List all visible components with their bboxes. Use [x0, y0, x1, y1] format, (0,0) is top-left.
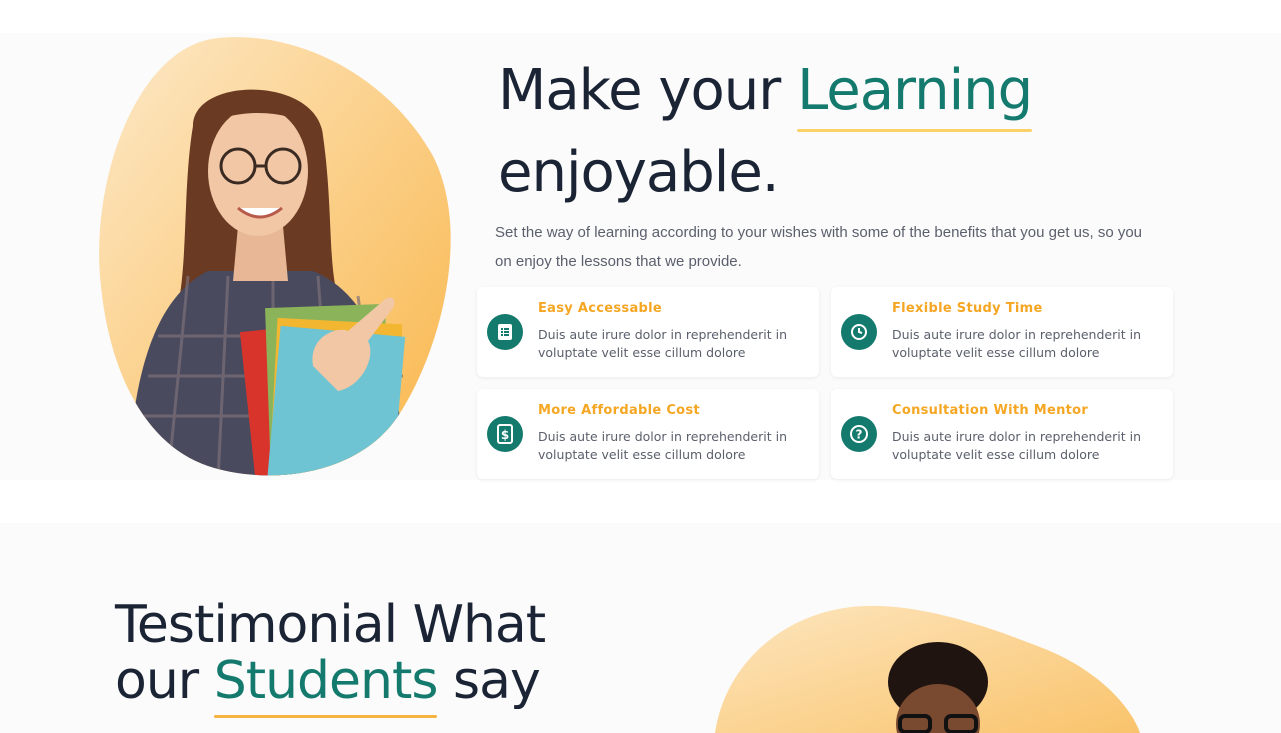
feature-card-easy-accessable: Easy Accessable Duis aute irure dolor in… — [477, 287, 819, 377]
feature-card-consultation-mentor: ? Consultation With Mentor Duis aute iru… — [831, 389, 1173, 479]
feature-title: Easy Accessable — [538, 301, 663, 316]
feature-text: Duis aute irure dolor in reprehenderit i… — [892, 327, 1141, 360]
feature-title: More Affordable Cost — [538, 403, 700, 418]
feature-text: Duis aute irure dolor in reprehenderit i… — [538, 327, 787, 360]
dollar-icon: $ — [487, 416, 523, 452]
testimonial-our: our — [115, 651, 199, 711]
testimonial-accent: Students — [213, 651, 438, 718]
hero-description: Set the way of learning according to you… — [495, 224, 1143, 270]
svg-text:?: ? — [856, 428, 863, 442]
feature-title: Flexible Study Time — [892, 301, 1043, 316]
headline-accent: Learning — [797, 50, 1033, 132]
feature-title: Consultation With Mentor — [892, 403, 1089, 418]
feature-card-affordable-cost: $ More Affordable Cost Duis aute irure d… — [477, 389, 819, 479]
feature-card-flexible-study-time: Flexible Study Time Duis aute irure dolo… — [831, 287, 1173, 377]
student-hero-image — [99, 37, 451, 476]
clock-icon — [841, 314, 877, 350]
testimonial-student-image — [715, 605, 1140, 733]
testimonial-line1: Testimonial What — [115, 595, 546, 655]
list-icon — [487, 314, 523, 350]
hero-headline: Make your Learning enjoyable. — [498, 50, 1138, 214]
testimonial-say: say — [453, 651, 541, 711]
question-icon: ? — [841, 416, 877, 452]
feature-text: Duis aute irure dolor in reprehenderit i… — [892, 429, 1141, 462]
headline-part1: Make your — [498, 58, 781, 123]
svg-text:$: $ — [501, 428, 509, 442]
headline-part2: enjoyable. — [498, 140, 780, 205]
feature-text: Duis aute irure dolor in reprehenderit i… — [538, 429, 787, 462]
testimonial-heading: Testimonial What our Students say — [115, 595, 546, 718]
